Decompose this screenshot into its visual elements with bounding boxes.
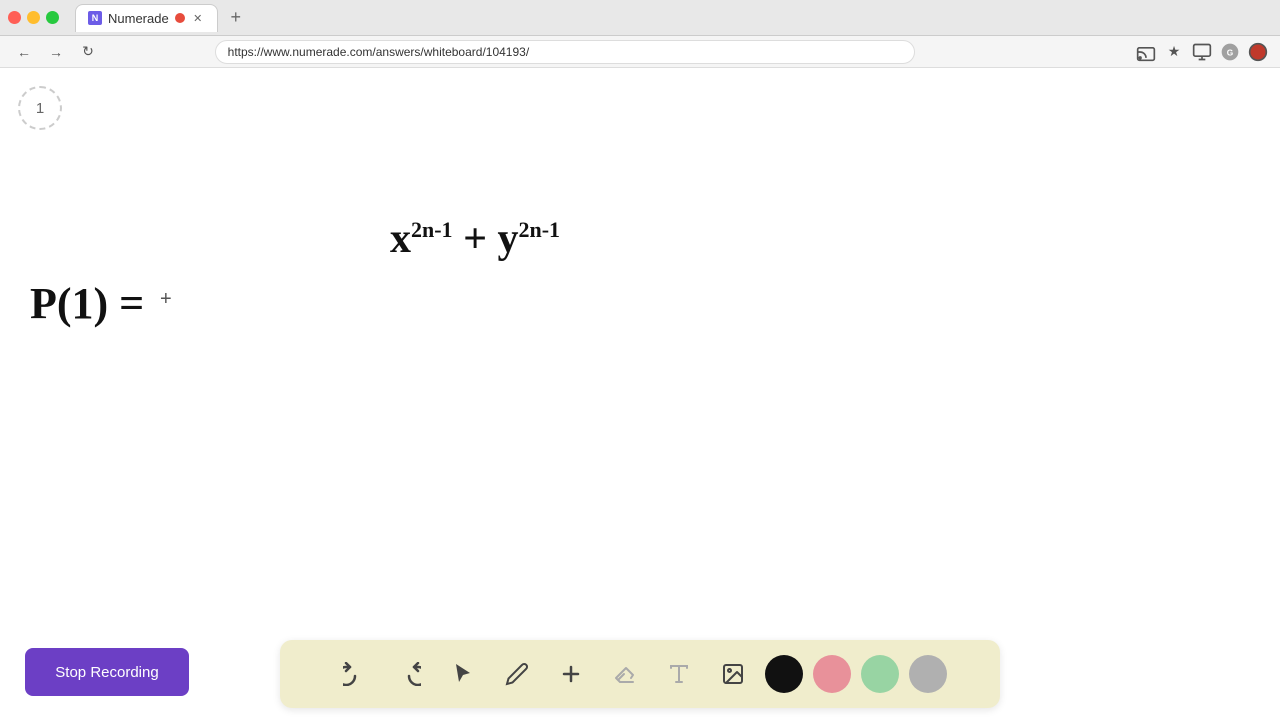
color-pink[interactable] <box>813 655 851 693</box>
title-bar: Numerade ✕ + <box>0 0 1280 36</box>
new-tab-button[interactable]: + <box>222 4 250 32</box>
image-tool-button[interactable] <box>709 650 757 698</box>
back-button[interactable]: ← <box>12 40 36 64</box>
stop-recording-button[interactable]: Stop Recording <box>25 648 189 696</box>
browser-frame: Numerade ✕ + ← → ↻ https://www.numerade.… <box>0 0 1280 720</box>
tab-title: Numerade <box>108 11 169 26</box>
active-tab[interactable]: Numerade ✕ <box>75 4 218 32</box>
text-tool-button[interactable] <box>655 650 703 698</box>
browser-toolbar-icons: ★ G <box>1136 42 1268 62</box>
bookmark-icon[interactable]: ★ <box>1164 42 1184 62</box>
maximize-traffic-light[interactable] <box>46 11 59 24</box>
tab-close-button[interactable]: ✕ <box>191 11 205 25</box>
tab-favicon <box>88 11 102 25</box>
forward-button[interactable]: → <box>44 40 68 64</box>
cast-icon[interactable] <box>1136 42 1156 62</box>
extension-icon[interactable] <box>1248 42 1268 62</box>
url-bar[interactable]: https://www.numerade.com/answers/whitebo… <box>215 40 915 64</box>
refresh-button[interactable]: ↻ <box>76 40 100 64</box>
eraser-tool-button[interactable] <box>601 650 649 698</box>
undo-button[interactable] <box>331 650 379 698</box>
cursor-plus: + <box>160 288 172 311</box>
page-number: 1 <box>36 100 44 117</box>
pen-tool-button[interactable] <box>493 650 541 698</box>
tab-record-dot <box>175 13 185 23</box>
desktop-icon[interactable] <box>1192 42 1212 62</box>
select-tool-button[interactable] <box>439 650 487 698</box>
toolbar <box>280 640 1000 708</box>
close-traffic-light[interactable] <box>8 11 21 24</box>
color-gray[interactable] <box>909 655 947 693</box>
profile-icon[interactable]: G <box>1220 42 1240 62</box>
url-text: https://www.numerade.com/answers/whitebo… <box>228 45 530 59</box>
minimize-traffic-light[interactable] <box>27 11 40 24</box>
whiteboard[interactable]: 1 x2n-1 + y2n-1 P(1) = + Stop Recording <box>0 68 1280 720</box>
color-green[interactable] <box>861 655 899 693</box>
math-expression: x2n-1 + y2n-1 <box>390 218 560 260</box>
traffic-lights <box>8 11 59 24</box>
add-tool-button[interactable] <box>547 650 595 698</box>
page-indicator[interactable]: 1 <box>18 86 62 130</box>
tab-bar: Numerade ✕ + <box>75 4 1272 32</box>
address-bar: ← → ↻ https://www.numerade.com/answers/w… <box>0 36 1280 68</box>
color-black[interactable] <box>765 655 803 693</box>
p1-expression: P(1) = <box>30 278 144 329</box>
redo-button[interactable] <box>385 650 433 698</box>
svg-text:G: G <box>1227 47 1233 57</box>
